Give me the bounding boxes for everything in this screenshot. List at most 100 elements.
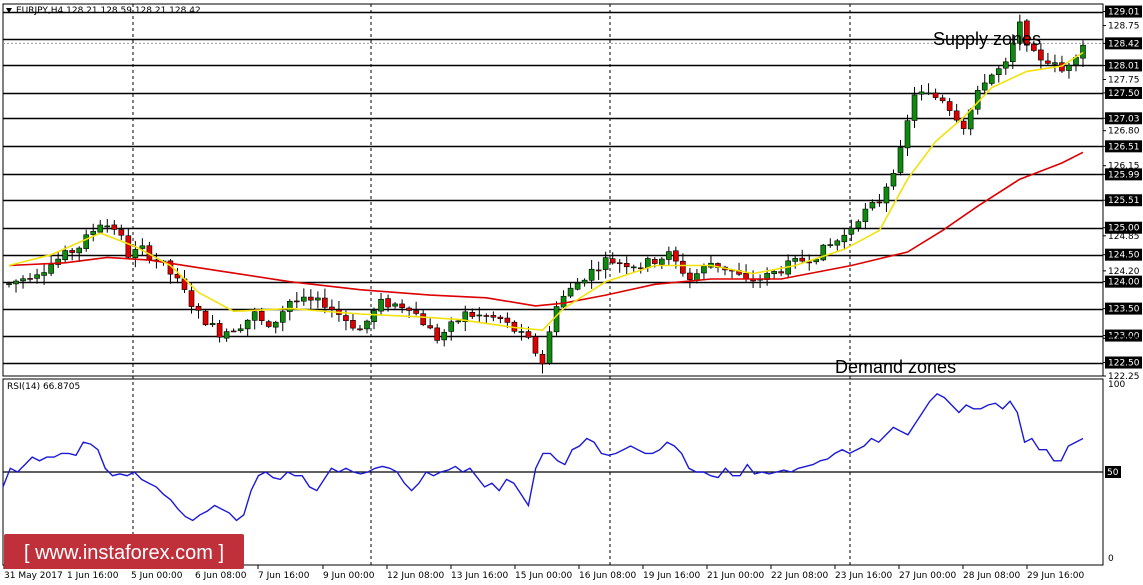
price-tick-label: 127.75 [1108, 75, 1140, 85]
bull-candle [364, 320, 370, 330]
bull-candle [237, 328, 244, 332]
bull-candle [1066, 64, 1072, 71]
bear-candle [953, 110, 960, 121]
price-level-label: 126.51 [1108, 142, 1140, 152]
bull-candle [848, 227, 855, 235]
bull-candle [630, 266, 637, 269]
bear-candle [616, 262, 623, 265]
bull-candle [659, 258, 665, 265]
bull-candle [981, 82, 988, 91]
bull-candle [701, 266, 707, 274]
bull-candle [911, 94, 918, 121]
bull-candle [441, 331, 448, 341]
price-tick-label: 126.80 [1108, 127, 1140, 137]
bull-candle [20, 278, 26, 282]
price-level-label: 125.99 [1108, 170, 1140, 180]
bull-candle [855, 221, 862, 229]
bull-candle [97, 224, 104, 233]
bear-candle [188, 290, 195, 307]
bear-candle [258, 310, 265, 322]
bull-candle [546, 331, 553, 364]
bear-candle [960, 120, 967, 129]
bull-candle [988, 74, 995, 84]
bull-candle [918, 91, 925, 95]
price-level-label: 128.42 [1108, 39, 1140, 49]
price-level-label: 129.01 [1108, 8, 1140, 18]
bear-candle [932, 92, 939, 98]
time-tick-label: 27 Jun 00:00 [899, 571, 956, 581]
bull-candle [41, 272, 47, 276]
bear-candle [420, 313, 426, 326]
bear-candle [469, 312, 476, 317]
price-level-label: 125.51 [1108, 196, 1140, 206]
bull-candle [890, 172, 897, 187]
bear-candle [357, 328, 363, 331]
rsi-level-label: 50 [1107, 468, 1119, 478]
bull-candle [301, 296, 307, 302]
bear-candle [532, 336, 539, 354]
price-tick-label: 128.75 [1108, 22, 1140, 32]
bear-candle [504, 317, 511, 323]
price-level-label: 127.03 [1108, 114, 1140, 124]
price-level-label: 124.00 [1108, 278, 1140, 288]
bear-candle [111, 224, 118, 230]
bear-candle [385, 298, 391, 308]
bull-candle [476, 314, 483, 317]
bull-candle [834, 240, 841, 246]
bull-candle [644, 258, 651, 269]
bull-candle [132, 249, 139, 259]
bear-candle [687, 272, 693, 280]
bear-candle [609, 258, 616, 264]
bull-candle [553, 306, 560, 333]
bull-candle [792, 258, 798, 262]
price-tick-label: 122.95 [1108, 334, 1140, 344]
time-tick-label: 5 Jun 00:00 [131, 571, 183, 581]
bull-candle [104, 225, 111, 228]
rsi-title: RSI(14) 66.8705 [7, 382, 80, 392]
bull-candle [560, 295, 567, 308]
bear-candle [497, 316, 504, 320]
bull-candle [925, 92, 932, 95]
bear-candle [406, 307, 412, 311]
bull-candle [518, 331, 525, 333]
bull-candle [602, 257, 609, 270]
bear-candle [525, 331, 532, 338]
time-tick-label: 13 Jun 16:00 [451, 571, 508, 581]
bull-candle [1052, 62, 1058, 65]
bear-candle [118, 229, 125, 236]
watermark-text: [ www.instaforex.com ] [24, 542, 224, 564]
bear-candle [946, 101, 953, 111]
time-tick-label: 21 Jun 00:00 [707, 571, 764, 581]
bear-candle [1045, 60, 1051, 64]
price-level-label: 128.01 [1108, 61, 1140, 71]
chart-header: EURJPY,H4 128.21 128.59 128.21 128.42 [6, 6, 201, 16]
bull-candle [48, 264, 54, 274]
time-tick-label: 22 Jun 08:00 [771, 571, 828, 581]
time-tick-label: 6 Jun 08:00 [195, 571, 247, 581]
bear-candle [939, 97, 946, 102]
bull-candle [34, 274, 40, 279]
bull-candle [286, 300, 293, 312]
bear-candle [265, 321, 272, 327]
bear-candle [195, 305, 202, 311]
watermark: [ www.instaforex.com ] [4, 534, 244, 569]
time-tick-label: 15 Jun 00:00 [515, 571, 572, 581]
bear-candle [413, 310, 419, 314]
bear-candle [673, 250, 679, 262]
bull-candle [897, 147, 904, 173]
bear-candle [427, 325, 433, 329]
time-tick-label: 28 Jun 08:00 [963, 571, 1020, 581]
price-tick-label: 124.85 [1108, 232, 1140, 242]
bull-candle [869, 202, 876, 209]
price-tick-label: 124.20 [1108, 267, 1140, 277]
price-level-label: 123.50 [1108, 305, 1140, 315]
time-tick-label: 9 Jun 00:00 [323, 571, 375, 581]
chart[interactable]: 129.01 128.75 128.42 128.01 127.75 127.50 127.… [0, 0, 1143, 585]
bull-candle [841, 234, 848, 243]
bull-candle [209, 323, 216, 325]
bear-candle [483, 315, 490, 317]
bear-candle [595, 269, 602, 272]
bear-candle [27, 278, 33, 280]
bear-candle [434, 327, 440, 341]
bear-candle [652, 259, 658, 264]
